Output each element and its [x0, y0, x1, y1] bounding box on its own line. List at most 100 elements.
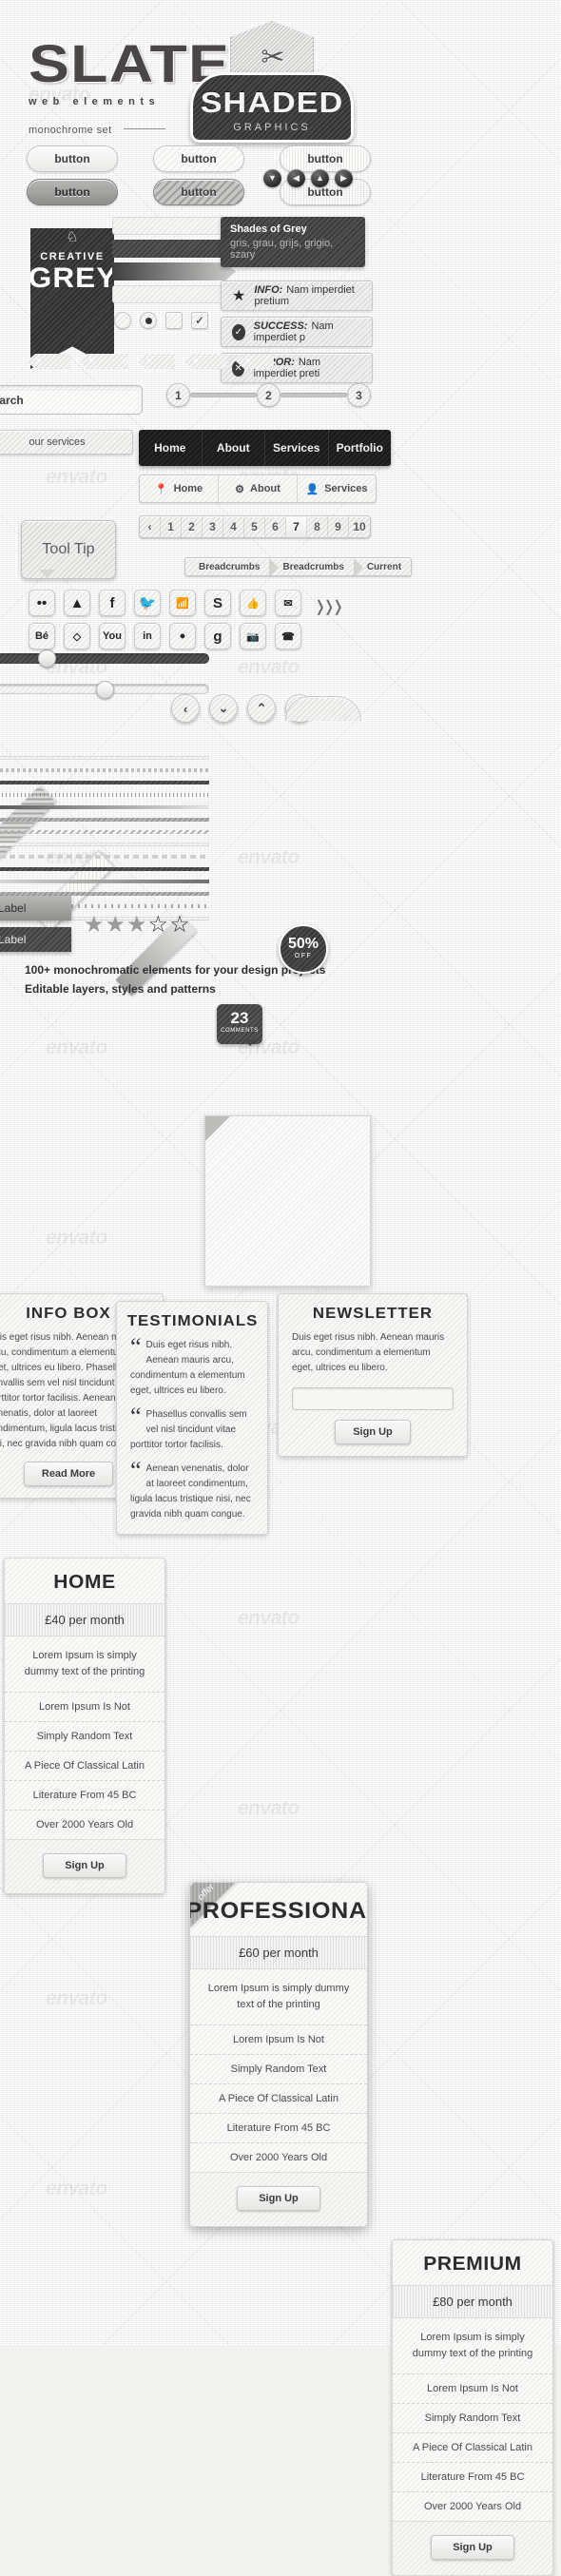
pricing-feature: Simply Random Text: [393, 2403, 552, 2432]
pagination-prev[interactable]: ‹: [140, 516, 161, 537]
dropbox-icon[interactable]: ◇: [64, 623, 90, 649]
tools-icon: ✂: [261, 42, 285, 73]
step-3[interactable]: 3: [347, 383, 371, 407]
divider: [0, 880, 209, 883]
button-light-vertical[interactable]: button: [280, 145, 371, 172]
nav-item-services[interactable]: Services: [265, 430, 329, 466]
rss-icon[interactable]: 📶: [169, 590, 196, 616]
nav-item-about[interactable]: About: [203, 430, 265, 466]
divider: [0, 855, 209, 859]
newsletter-signup-button[interactable]: Sign Up: [335, 1420, 411, 1444]
pricing-signup-button[interactable]: Sign Up: [237, 2186, 320, 2211]
checkbox-checked[interactable]: ✓: [191, 312, 208, 329]
delicious-icon[interactable]: ▲: [64, 590, 90, 616]
chevron-down-icon[interactable]: ⌄: [209, 694, 238, 723]
pricing-signup-button[interactable]: Sign Up: [431, 2535, 514, 2560]
pagination-page[interactable]: 10: [349, 516, 370, 537]
step-1[interactable]: 1: [166, 383, 190, 407]
divider: [0, 768, 209, 772]
arrow-bar-gradient: [112, 262, 236, 281]
youtube-icon[interactable]: You: [99, 623, 126, 649]
pricing-feature: Over 2000 Years Old: [393, 2491, 552, 2521]
pricing-price: £60 per month: [190, 1936, 367, 1969]
linkedin-icon[interactable]: in: [134, 623, 161, 649]
arrow-up-icon[interactable]: ▲: [311, 169, 329, 187]
gear-icon: ⚙: [235, 483, 245, 495]
logo-tagline: web elements: [29, 96, 161, 108]
radio-checked[interactable]: [140, 312, 157, 329]
icon-nav: 📍 Home ⚙ About 👤 Services: [139, 475, 377, 503]
chevron-up-icon[interactable]: ⌃: [247, 694, 276, 723]
divider: [0, 781, 209, 784]
brand-block: SLATE web elements monochrome set: [29, 36, 229, 138]
button-dark-diagonal[interactable]: button: [153, 179, 244, 205]
star-empty: ☆: [169, 912, 191, 938]
pagination-page[interactable]: 4: [223, 516, 244, 537]
flickr-icon[interactable]: ••: [29, 590, 55, 616]
nav-item-home[interactable]: Home: [139, 430, 203, 466]
icon-nav-home[interactable]: 📍 Home: [140, 475, 219, 502]
pagination-page[interactable]: 8: [307, 516, 328, 537]
pagination-page[interactable]: 6: [265, 516, 286, 537]
newsletter-box: NEWSLETTER Duis eget risus nibh. Aenean …: [278, 1293, 468, 1457]
tag-item[interactable]: [184, 354, 227, 369]
read-more-button[interactable]: Read More: [23, 1462, 114, 1486]
twitter-icon[interactable]: 🐦: [134, 590, 161, 616]
testimonials-title: TESTIMONIALS: [126, 1313, 259, 1329]
button-dark-plain[interactable]: button: [27, 179, 118, 205]
tag-item[interactable]: [137, 354, 175, 369]
tag-item[interactable]: [27, 354, 70, 369]
pagination-page-active[interactable]: 7: [286, 516, 307, 537]
icon-nav-about-label: About: [250, 483, 280, 494]
tooltip: Tool Tip: [21, 520, 116, 579]
promo-line-2: Editable layers, styles and patterns: [25, 982, 216, 996]
pagination-page[interactable]: 5: [244, 516, 265, 537]
slider-dark[interactable]: [0, 649, 209, 668]
pricing-signup-button[interactable]: Sign Up: [43, 1853, 126, 1878]
star-empty: ☆: [147, 912, 170, 938]
mail-icon[interactable]: ✉: [275, 590, 301, 616]
breadcrumb-item-current: Current: [353, 558, 411, 575]
tag-item[interactable]: [236, 354, 274, 369]
our-services-button[interactable]: our services: [0, 430, 133, 455]
slider-dark-knob[interactable]: [38, 649, 56, 668]
pagination-page[interactable]: 1: [161, 516, 182, 537]
behance-icon[interactable]: Bé: [29, 623, 55, 649]
search-input[interactable]: [0, 389, 139, 411]
chevron-left-icon[interactable]: ‹: [171, 694, 200, 723]
nav-item-portfolio[interactable]: Portfolio: [329, 430, 392, 466]
search-box[interactable]: 🔍: [0, 385, 143, 415]
slider-light[interactable]: [0, 681, 209, 699]
button-light-diagonal[interactable]: button: [153, 145, 244, 172]
step-2[interactable]: 2: [257, 383, 280, 407]
pricing-feature: Literature From 45 BC: [190, 2113, 367, 2142]
arrow-down-icon[interactable]: ▼: [263, 169, 281, 187]
dribbble-icon[interactable]: ●: [169, 623, 196, 649]
slider-light-knob[interactable]: [96, 681, 114, 699]
thumbs-up-icon[interactable]: 👍: [240, 590, 266, 616]
pricing-name: PREMIUM: [423, 2254, 522, 2275]
pagination-page[interactable]: 3: [203, 516, 223, 537]
comments-bubble[interactable]: 23 COMMENTS: [217, 1004, 262, 1046]
facebook-icon[interactable]: f: [99, 590, 126, 616]
google-icon[interactable]: g: [204, 623, 231, 649]
arrow-right-icon[interactable]: ▶: [335, 169, 353, 187]
phone-icon[interactable]: ☎: [275, 623, 301, 649]
tag-item[interactable]: [79, 354, 128, 369]
checkbox-unchecked[interactable]: [165, 312, 183, 329]
newsletter-email-field[interactable]: [292, 1387, 454, 1410]
pricing-feature: A Piece Of Classical Latin: [5, 1751, 164, 1780]
skype-icon[interactable]: S: [204, 590, 231, 616]
breadcrumb-item[interactable]: Breadcrumbs: [185, 558, 269, 575]
star-rating[interactable]: ★★★☆☆: [84, 911, 191, 939]
breadcrumb-item[interactable]: Breadcrumbs: [269, 558, 353, 575]
icon-nav-services[interactable]: 👤 Services: [298, 475, 376, 502]
step-line: [280, 393, 347, 397]
arrow-left-icon[interactable]: ◀: [287, 169, 305, 187]
instagram-icon[interactable]: 📷: [240, 623, 266, 649]
button-light-plain[interactable]: button: [27, 145, 118, 172]
icon-nav-about[interactable]: ⚙ About: [219, 475, 298, 502]
pagination-page[interactable]: 2: [182, 516, 203, 537]
pagination-page[interactable]: 9: [328, 516, 349, 537]
radio-unchecked[interactable]: [114, 312, 131, 329]
